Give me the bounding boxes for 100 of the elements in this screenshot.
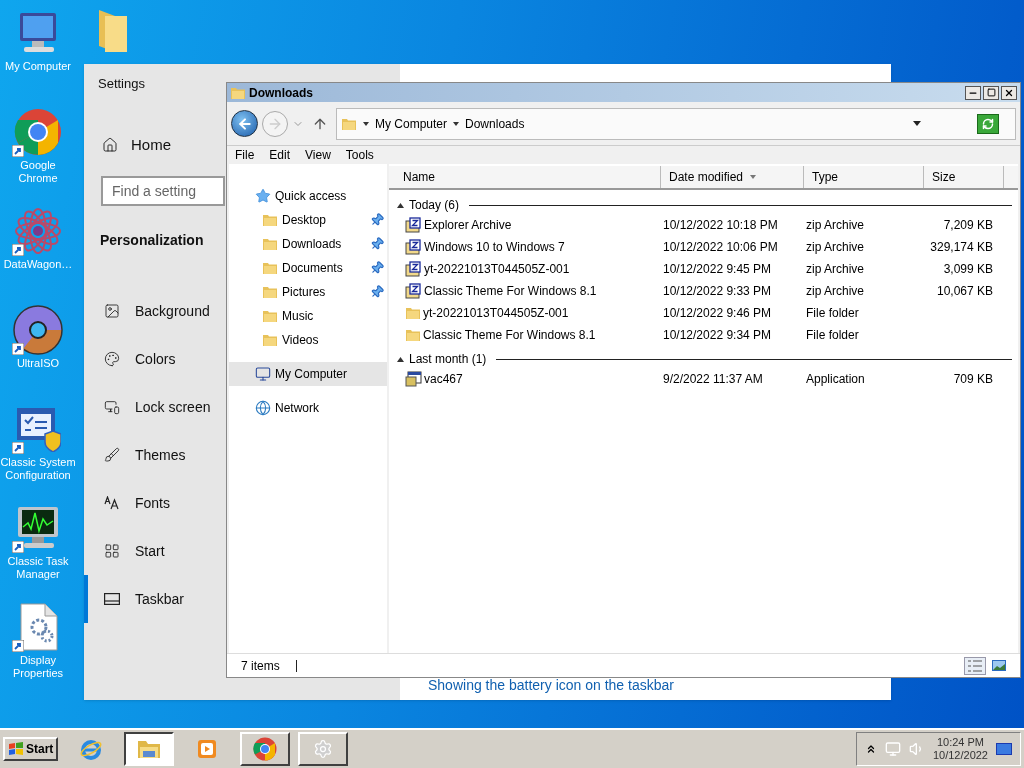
- back-button[interactable]: [231, 110, 258, 137]
- thumbnail-view-icon[interactable]: [992, 660, 1006, 671]
- maximize-button[interactable]: [983, 85, 999, 100]
- column-header[interactable]: Date modified: [661, 166, 804, 188]
- chrome-icon: [253, 737, 278, 761]
- folder-icon: [405, 305, 421, 321]
- file-name[interactable]: Classic Theme For Windows 8.1: [424, 282, 597, 300]
- menu-item[interactable]: File: [235, 146, 255, 164]
- zip-archive-icon: [405, 261, 422, 277]
- clock-date[interactable]: 10/12/2022: [932, 749, 988, 762]
- zip-archive-icon: [405, 239, 422, 255]
- file-name[interactable]: Classic Theme For Windows 8.1: [423, 326, 596, 344]
- zip-archive-icon: [405, 217, 422, 233]
- computer-icon: [255, 366, 271, 382]
- media-player-icon: [196, 738, 219, 760]
- date-cell-text: 10/12/2022 9:46 PM: [663, 305, 773, 322]
- file-name[interactable]: Windows 10 to Windows 7: [424, 238, 565, 256]
- status-text: 7 items: [241, 657, 280, 675]
- window-title: Settings: [98, 75, 145, 93]
- folder-icon: [262, 260, 278, 276]
- file-name[interactable]: yt-20221013T044505Z-001: [424, 260, 570, 278]
- settings-nav-item[interactable]: Background: [84, 287, 214, 335]
- address-dropdown-icon[interactable]: [913, 121, 921, 126]
- address-bar[interactable]: My Computer Downloads: [336, 107, 1016, 140]
- menu-item[interactable]: Tools: [345, 146, 374, 164]
- minimize-button[interactable]: [965, 85, 981, 100]
- taskbar-button[interactable]: [124, 732, 175, 766]
- menu-item[interactable]: View: [305, 146, 331, 164]
- collapse-caret-icon[interactable]: [397, 356, 404, 362]
- settings-icon: [313, 739, 334, 759]
- nav-item[interactable]: Pictures: [229, 280, 387, 304]
- file-name[interactable]: yt-20221013T044505Z-001: [423, 304, 569, 322]
- nav-item[interactable]: Downloads: [229, 232, 387, 256]
- clock-time[interactable]: 10:24 PM: [936, 736, 984, 749]
- nav-item[interactable]: Desktop: [229, 208, 387, 232]
- file-name[interactable]: Explorer Archive: [424, 216, 512, 234]
- settings-nav-item[interactable]: Fonts: [84, 479, 174, 527]
- column-header[interactable]: Name: [395, 166, 661, 188]
- home-nav-item[interactable]: Home: [102, 133, 171, 156]
- close-button[interactable]: [1001, 85, 1017, 100]
- date-cell-text: 9/2/2022 11:37 AM: [663, 371, 764, 388]
- type-cell-text: zip Archive: [806, 283, 866, 300]
- sort-caret-icon: [750, 175, 757, 179]
- file-name[interactable]: vac467: [424, 370, 463, 388]
- group-heading: Today (6): [409, 197, 460, 214]
- desktop-shortcut-icon[interactable]: [12, 305, 64, 355]
- details-view-icon[interactable]: [964, 656, 986, 675]
- lock-screen-icon: [104, 399, 120, 415]
- search-field[interactable]: Find a setting: [101, 176, 225, 206]
- settings-nav-item[interactable]: Themes: [84, 431, 190, 479]
- palette-icon: [104, 351, 120, 367]
- taskbar-icon: [104, 593, 120, 605]
- type-cell-text: File folder: [806, 327, 860, 344]
- settings-nav-item[interactable]: Start: [84, 527, 169, 575]
- date-cell-text: 10/12/2022 9:45 PM: [663, 261, 773, 278]
- folder-icon: [262, 308, 278, 324]
- refresh-button[interactable]: [977, 113, 999, 134]
- date-cell-text: 10/12/2022 10:18 PM: [663, 217, 779, 234]
- breadcrumb-caret-icon[interactable]: [363, 121, 369, 126]
- application-icon: [405, 371, 422, 387]
- nav-item[interactable]: Network: [229, 396, 387, 420]
- settings-nav-item[interactable]: Colors: [84, 335, 180, 383]
- nav-item[interactable]: Documents: [229, 256, 387, 280]
- date-cell-text: 10/12/2022 9:34 PM: [663, 327, 773, 344]
- settings-nav-item[interactable]: Taskbar: [84, 575, 189, 623]
- breadcrumb-item[interactable]: Downloads: [465, 114, 525, 133]
- start-button[interactable]: Start: [3, 737, 59, 761]
- brush-icon: [104, 447, 120, 463]
- collapse-caret-icon[interactable]: [397, 202, 404, 208]
- size-cell-text: 10,067 KB: [936, 283, 993, 300]
- date-cell-text: 10/12/2022 10:06 PM: [663, 239, 779, 256]
- refresh-icon: [982, 117, 994, 130]
- size-cell-text: 329,174 KB: [930, 239, 993, 256]
- breadcrumb-caret-icon[interactable]: [453, 121, 460, 126]
- home-icon: [102, 136, 118, 153]
- window-title: Downloads: [249, 84, 314, 102]
- maximize-icon: [986, 88, 996, 97]
- breadcrumb-item[interactable]: My Computer: [375, 114, 448, 133]
- type-cell-text: zip Archive: [806, 261, 866, 278]
- type-cell-text: Application: [806, 371, 866, 388]
- image-icon: [104, 303, 120, 319]
- settings-nav-item[interactable]: Lock screen: [84, 383, 215, 431]
- nav-item[interactable]: Videos: [229, 328, 387, 352]
- grid-icon: [104, 543, 120, 559]
- nav-item[interactable]: Music: [229, 304, 387, 328]
- size-cell-text: 3,099 KB: [943, 261, 993, 278]
- nav-item[interactable]: Quick access: [229, 184, 387, 208]
- star-icon: [255, 188, 271, 204]
- type-cell-text: zip Archive: [806, 239, 866, 256]
- column-header[interactable]: Size: [924, 166, 1004, 188]
- windows-logo-icon: [8, 742, 24, 756]
- help-link[interactable]: Showing the battery icon on the taskbar: [428, 675, 891, 696]
- zip-archive-icon: [405, 283, 422, 299]
- column-header[interactable]: Type: [804, 166, 924, 188]
- date-cell-text: 10/12/2022 9:33 PM: [663, 283, 773, 300]
- nav-item[interactable]: My Computer: [229, 362, 387, 386]
- desktop-shortcut-icon[interactable]: [12, 206, 64, 256]
- section-heading: Personalization: [100, 231, 204, 250]
- menu-item[interactable]: Edit: [269, 146, 291, 164]
- globe-e-icon: [79, 737, 104, 761]
